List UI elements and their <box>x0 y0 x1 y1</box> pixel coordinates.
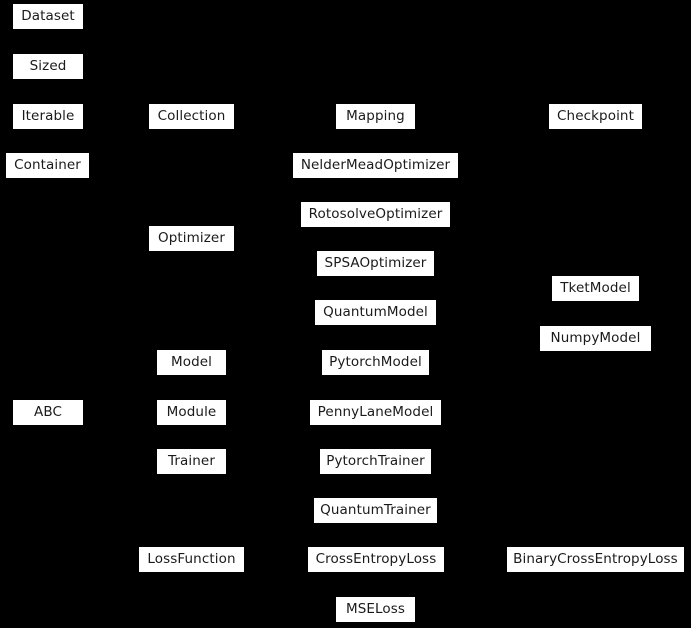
class-node-label: Sized <box>29 57 67 74</box>
edge-sized-to-collection <box>84 67 141 68</box>
edge-model-to-quantummodel <box>227 363 285 364</box>
class-node-pytorchtrainer[interactable]: PytorchTrainer <box>319 448 432 475</box>
class-node-rotosolveoptimizer[interactable]: RotosolveOptimizer <box>300 201 451 228</box>
class-node-module[interactable]: Module <box>156 399 227 426</box>
edge-crossentropyloss-to-binarycrossentropyloss <box>445 560 507 561</box>
class-node-checkpoint[interactable]: Checkpoint <box>548 103 643 130</box>
class-node-dataset[interactable]: Dataset <box>12 3 84 30</box>
class-node-label: QuantumTrainer <box>320 501 431 518</box>
class-node-label: RotosolveOptimizer <box>308 205 443 222</box>
class-node-label: ABC <box>34 403 62 420</box>
class-node-lossfunction[interactable]: LossFunction <box>138 546 245 573</box>
edge-module-to-pennylanemodel <box>284 412 310 413</box>
class-node-tketmodel[interactable]: TketModel <box>551 275 640 302</box>
edge-model-to-quantummodel <box>284 313 315 314</box>
class-node-label: CrossEntropyLoss <box>315 550 437 567</box>
class-node-label: Checkpoint <box>557 107 634 124</box>
class-node-container[interactable]: Container <box>5 152 90 179</box>
class-node-quantummodel[interactable]: QuantumModel <box>314 299 437 326</box>
class-node-mseloss[interactable]: MSELoss <box>335 596 416 623</box>
class-node-collection[interactable]: Collection <box>148 103 235 130</box>
edge-container-to-collection <box>90 166 141 167</box>
class-node-quantumtrainer[interactable]: QuantumTrainer <box>313 497 438 524</box>
class-node-label: NumpyModel <box>550 329 641 346</box>
edge-trainer-to-pytorchtrainer <box>227 462 285 463</box>
class-node-label: NelderMeadOptimizer <box>300 156 451 173</box>
class-node-sized[interactable]: Sized <box>12 53 84 80</box>
class-node-optimizer[interactable]: Optimizer <box>148 225 235 252</box>
class-node-label: Mapping <box>346 107 405 124</box>
class-node-spsaoptimizer[interactable]: SPSAOptimizer <box>316 250 435 277</box>
class-node-iterable[interactable]: Iterable <box>12 103 84 130</box>
class-node-label: Container <box>14 156 81 173</box>
class-node-label: Trainer <box>168 452 215 469</box>
class-node-neldermeadoptimizer[interactable]: NelderMeadOptimizer <box>292 152 459 179</box>
edge-quantummodel-to-tketmodel <box>437 313 495 314</box>
class-node-label: BinaryCrossEntropyLoss <box>513 550 678 567</box>
class-node-crossentropyloss[interactable]: CrossEntropyLoss <box>307 546 445 573</box>
class-node-model[interactable]: Model <box>156 349 227 376</box>
edge-quantummodel-to-tketmodel <box>494 289 552 290</box>
edge-pytorchtrainer-to-quantumtrainer <box>284 462 285 511</box>
class-node-numpymodel[interactable]: NumpyModel <box>539 325 652 352</box>
class-node-label: PytorchModel <box>329 353 422 370</box>
class-node-label: Dataset <box>21 7 75 24</box>
edge-lossfunction-to-mseloss <box>284 610 336 611</box>
class-node-label: TketModel <box>560 279 631 296</box>
class-node-label: PennyLaneModel <box>317 403 434 420</box>
class-node-label: Module <box>166 403 217 420</box>
edge-model-to-pytorchmodel <box>284 363 322 364</box>
inheritance-diagram: Dataset Sized Iterable Container ABC Collecti… <box>0 0 691 628</box>
edge-optimizer-to-rotosolveoptimizer <box>284 215 301 216</box>
class-node-label: PytorchTrainer <box>326 452 425 469</box>
edge-container-to-collection <box>140 116 141 166</box>
class-node-pytorchmodel[interactable]: PytorchModel <box>321 349 430 376</box>
edge-module-to-pennylanemodel <box>227 412 285 413</box>
edge-model-to-quantummodel <box>284 313 285 363</box>
class-node-trainer[interactable]: Trainer <box>156 448 227 475</box>
class-node-abc[interactable]: ABC <box>12 399 84 426</box>
edge-quantummodel-to-numpymodel <box>494 313 495 339</box>
edge-quantummodel-to-tketmodel <box>494 289 495 313</box>
edge-optimizer-to-spsaoptimizer <box>284 239 317 240</box>
class-node-pennylanemodel[interactable]: PennyLaneModel <box>309 399 442 426</box>
edge-optimizer-to-neldermeadoptimizer <box>235 239 285 240</box>
class-node-mapping[interactable]: Mapping <box>335 103 416 130</box>
class-node-label: SPSAOptimizer <box>324 254 427 271</box>
edge-optimizer-to-rotosolveoptimizer <box>284 215 285 239</box>
class-node-label: Model <box>170 353 213 370</box>
class-node-label: MSELoss <box>345 600 406 617</box>
class-node-label: Optimizer <box>158 229 225 246</box>
edge-sized-to-collection <box>140 67 141 117</box>
class-node-binarycrossentropyloss[interactable]: BinaryCrossEntropyLoss <box>506 546 685 573</box>
class-node-label: Iterable <box>21 107 75 124</box>
edge-quantummodel-to-numpymodel <box>494 339 540 340</box>
edge-lossfunction-to-crossentropyloss <box>245 560 308 561</box>
edge-lossfunction-to-mseloss <box>284 560 285 610</box>
class-node-label: LossFunction <box>147 550 236 567</box>
class-node-label: Collection <box>157 107 226 124</box>
class-node-label: QuantumModel <box>323 303 428 320</box>
edge-pytorchtrainer-to-quantumtrainer <box>284 511 314 512</box>
edge-trainer-to-pytorchtrainer <box>284 462 320 463</box>
